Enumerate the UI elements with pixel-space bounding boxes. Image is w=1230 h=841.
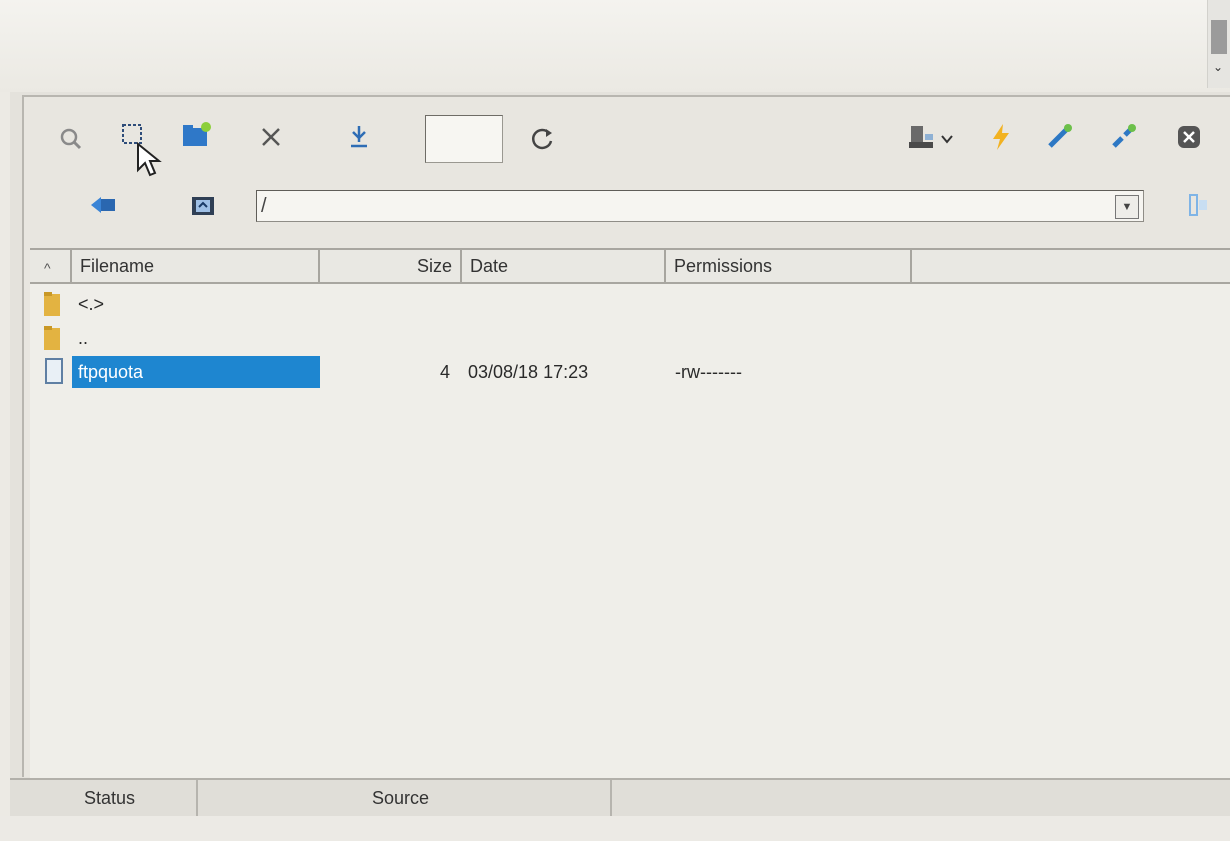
new-folder-icon[interactable] <box>178 116 216 154</box>
list-item[interactable]: .. <box>30 322 1230 354</box>
column-label-permissions: Permissions <box>674 256 773 276</box>
source-label: Source <box>372 788 430 808</box>
column-header-filename[interactable]: Filename <box>72 250 320 282</box>
delete-icon[interactable] <box>252 118 290 156</box>
top-area <box>0 0 1230 92</box>
sort-indicator: ^ <box>44 260 51 276</box>
folder-icon <box>42 322 68 354</box>
outer-scrollbar[interactable]: ⌄ <box>1207 0 1230 88</box>
list-item[interactable]: ftpquota 4 03/08/18 17:23 -rw------- <box>30 356 1230 388</box>
file-name: <.> <box>78 294 105 314</box>
column-label-filename: Filename <box>80 256 155 276</box>
file-list[interactable]: ^ Filename Size Date Permissions <.> .. … <box>30 248 1230 778</box>
file-name: ftpquota <box>72 356 320 388</box>
path-value: / <box>261 195 267 217</box>
column-label-date: Date <box>470 256 509 276</box>
refresh-icon[interactable] <box>524 120 562 158</box>
lightning-icon[interactable] <box>982 118 1020 156</box>
back-icon[interactable] <box>84 186 122 224</box>
status-bar: Status Source <box>10 778 1230 816</box>
transfer-count-field[interactable] <box>425 115 503 163</box>
file-name: .. <box>78 328 89 348</box>
file-permissions: -rw------- <box>675 362 742 382</box>
chevron-down-icon[interactable]: ⌄ <box>1213 60 1223 74</box>
status-empty-column <box>612 780 1230 816</box>
chevron-down-icon[interactable] <box>936 120 958 158</box>
disconnect-icon[interactable] <box>1104 118 1142 156</box>
column-header-size[interactable]: Size <box>320 250 462 282</box>
bottom-strip <box>0 816 1230 841</box>
split-view-icon[interactable] <box>1180 186 1218 224</box>
column-label-size: Size <box>416 256 452 276</box>
source-column[interactable]: Source <box>198 780 612 816</box>
status-column[interactable]: Status <box>22 780 198 816</box>
outer-scroll-thumb[interactable] <box>1211 20 1227 54</box>
file-list-header: ^ Filename Size Date Permissions <box>30 248 1230 284</box>
folder-icon <box>42 288 68 320</box>
path-dropdown-button[interactable]: ▼ <box>1115 195 1139 219</box>
mouse-cursor-icon <box>136 141 162 183</box>
column-header-empty <box>912 250 1230 282</box>
file-size: 4 <box>439 362 450 382</box>
search-icon[interactable] <box>52 120 90 158</box>
column-header-date[interactable]: Date <box>462 250 666 282</box>
file-date: 03/08/18 17:23 <box>468 362 589 382</box>
file-icon <box>42 356 68 388</box>
sort-column-header[interactable]: ^ <box>30 250 72 282</box>
server-icon[interactable] <box>902 118 940 156</box>
column-header-permissions[interactable]: Permissions <box>666 250 912 282</box>
status-label: Status <box>84 788 136 808</box>
list-item[interactable]: <.> <box>30 288 1230 320</box>
parent-folder-icon[interactable] <box>184 186 222 224</box>
path-input[interactable]: / ▼ <box>256 190 1144 222</box>
connect-icon[interactable] <box>1040 118 1078 156</box>
close-icon[interactable] <box>1170 118 1208 156</box>
download-icon[interactable] <box>340 118 378 156</box>
